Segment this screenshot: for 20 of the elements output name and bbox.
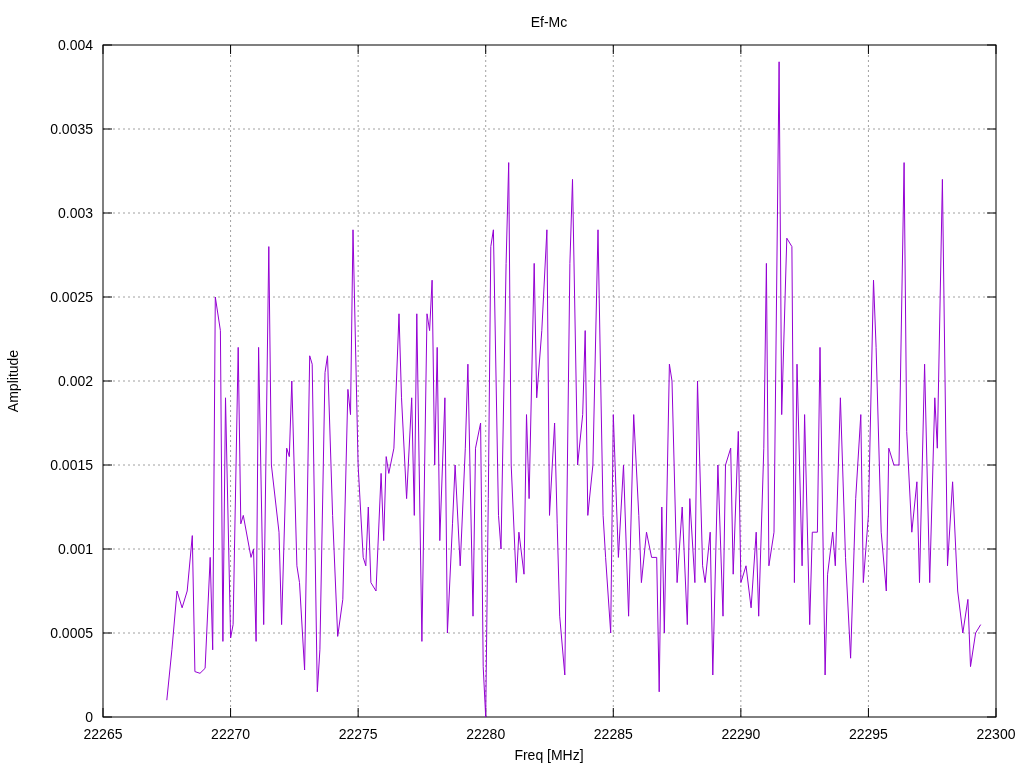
y-tick-label: 0.0035 — [50, 121, 93, 137]
x-tick-label: 22295 — [848, 726, 888, 742]
y-tick-label: 0.004 — [57, 37, 93, 53]
y-tick-label: 0.001 — [57, 541, 93, 557]
x-tick-label: 22285 — [593, 726, 633, 742]
x-tick-label: 22275 — [338, 726, 378, 742]
y-tick-label: 0.0005 — [50, 625, 93, 641]
y-axis-label: Amplitude — [5, 349, 21, 413]
x-tick-label: 22300 — [976, 726, 1016, 742]
y-tick-label: 0.003 — [57, 205, 93, 221]
x-tick-label: 22290 — [721, 726, 761, 742]
y-tick-label: 0 — [85, 709, 93, 725]
chart-title: Ef-Mc — [530, 14, 568, 30]
x-tick-label: 22265 — [83, 726, 123, 742]
x-axis-label: Freq [MHz] — [514, 747, 584, 763]
y-tick-label: 0.002 — [57, 373, 93, 389]
y-tick-label: 0.0025 — [50, 289, 93, 305]
y-tick-label: 0.0015 — [50, 457, 93, 473]
x-tick-label: 22270 — [211, 726, 251, 742]
x-tick-label: 22280 — [466, 726, 506, 742]
